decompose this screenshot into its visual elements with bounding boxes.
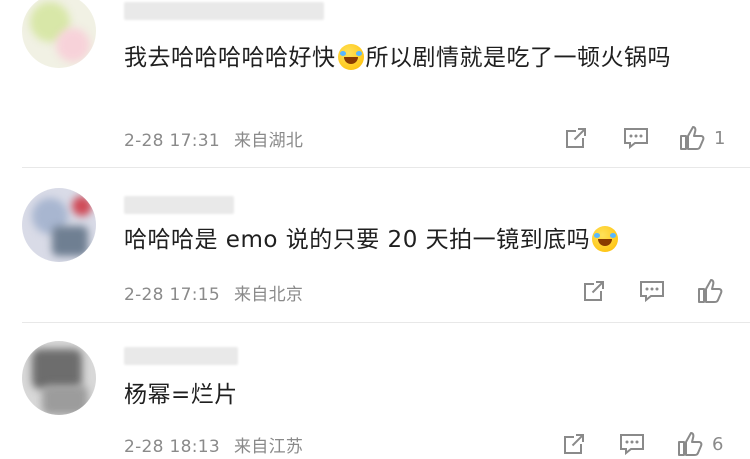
username-blurred[interactable]: [124, 347, 238, 365]
like-button[interactable]: [696, 276, 732, 306]
comment-meta: 2-28 17:31 来自湖北: [124, 126, 303, 151]
laughing-tears-emoji-icon: [337, 44, 364, 70]
avatar[interactable]: [22, 0, 96, 68]
username-blurred[interactable]: [124, 2, 324, 20]
forward-button[interactable]: [562, 123, 590, 153]
like-count: 1: [714, 127, 726, 149]
avatar[interactable]: [22, 341, 96, 415]
comment-meta: 2-28 18:13 来自江苏: [124, 432, 303, 457]
thumb-up-icon: [678, 432, 703, 456]
forward-button[interactable]: [560, 429, 588, 459]
comment-location: 来自江苏: [233, 437, 304, 457]
thumb-up-icon: [680, 126, 705, 150]
username-blurred[interactable]: [124, 196, 234, 214]
like-button[interactable]: 6: [676, 429, 723, 459]
comment-location: 来自湖北: [233, 131, 304, 151]
comment-item: 杨幂=烂片 2-28 18:13 来自江苏 6: [0, 323, 750, 459]
comment-time: 2-28 17:31: [124, 131, 220, 151]
share-icon: [584, 281, 604, 301]
share-icon: [566, 128, 586, 148]
comment-text: 我去哈哈哈哈哈好快 所以剧情就是吃了一顿火锅吗: [124, 38, 724, 78]
comment-text-part: 我去哈哈哈哈哈好快: [124, 45, 336, 71]
like-button[interactable]: 1: [678, 123, 725, 153]
comment-text-part: 杨幂=烂片: [124, 382, 238, 408]
thumb-up-icon: [698, 279, 723, 303]
comment-text-part: 哈哈哈是 emo 说的只要 20 天拍一镜到底吗: [124, 227, 591, 253]
comment-icon: [620, 434, 644, 456]
laughing-tears-emoji-icon: [592, 226, 619, 252]
comment-text: 杨幂=烂片: [124, 375, 724, 415]
comment-location: 来自北京: [233, 285, 304, 305]
like-count: 6: [712, 433, 724, 455]
comment-time: 2-28 18:13: [124, 437, 220, 457]
comment-text: 哈哈哈是 emo 说的只要 20 天拍一镜到底吗: [124, 220, 724, 260]
comment-icon: [640, 281, 664, 303]
comment-item: 哈哈哈是 emo 说的只要 20 天拍一镜到底吗 2-28 17:15 来自北京: [0, 168, 750, 323]
avatar[interactable]: [22, 188, 96, 262]
comment-button[interactable]: [622, 123, 650, 153]
forward-button[interactable]: [580, 276, 608, 306]
comment-button[interactable]: [618, 429, 646, 459]
comment-item: 我去哈哈哈哈哈好快 所以剧情就是吃了一顿火锅吗 2-28 17:31 来自湖北 1: [0, 0, 750, 168]
share-icon: [564, 434, 584, 454]
comment-text-part: 所以剧情就是吃了一顿火锅吗: [365, 45, 671, 71]
comment-meta: 2-28 17:15 来自北京: [124, 280, 303, 305]
comment-icon: [624, 128, 648, 150]
comment-time: 2-28 17:15: [124, 285, 220, 305]
comment-button[interactable]: [638, 276, 666, 306]
